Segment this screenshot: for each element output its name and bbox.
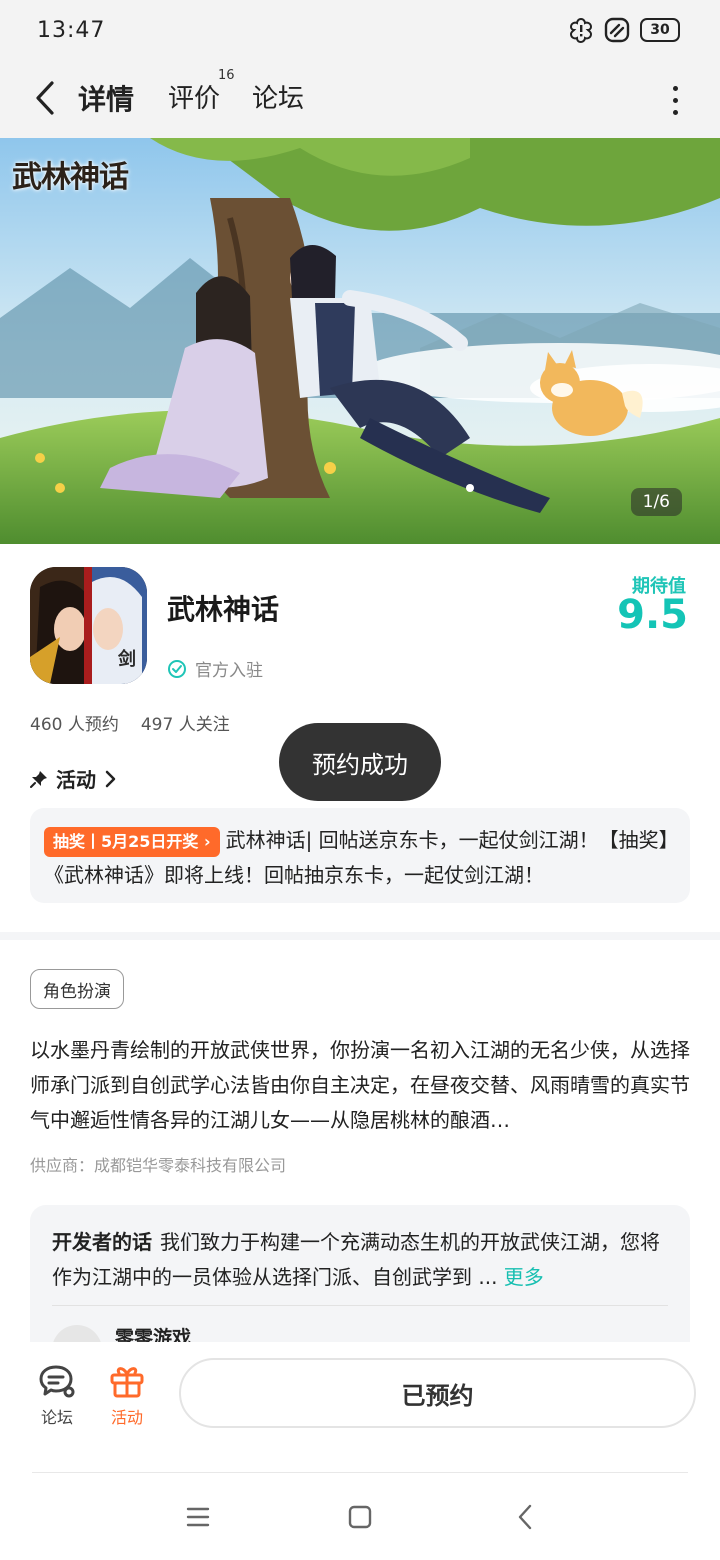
reservation-count: 460 人预约: [30, 715, 119, 735]
app-name: 武林神话: [167, 593, 280, 626]
pin-icon: [30, 770, 47, 788]
banner-illustration: [0, 138, 720, 544]
app-icon: 剑: [30, 567, 147, 684]
system-nav-bar: [0, 1474, 720, 1560]
app-icon-art: 剑: [30, 567, 147, 684]
bottom-action-bar: 论坛 活动 已预约: [0, 1342, 720, 1473]
home-square-icon: [348, 1505, 372, 1529]
gift-icon: [110, 1367, 144, 1398]
alert-flower-icon: [568, 17, 594, 43]
menu-lines-icon: [186, 1507, 210, 1527]
review-count-badge: 16: [218, 68, 235, 83]
tab-reviews-label: 评价: [168, 84, 221, 114]
supplier-text: 供应商：成都铠华零泰科技有限公司: [30, 1156, 287, 1175]
banner-carousel[interactable]: 武林神话 1/6: [0, 138, 720, 544]
bottom-activity-button[interactable]: 活动: [97, 1364, 157, 1428]
tab-details[interactable]: 详情: [76, 78, 137, 118]
lottery-tag[interactable]: 抽奖丨5月25日开奖 ›: [44, 826, 220, 857]
battery-icon: 30: [640, 18, 680, 42]
developer-text-block: 开发者的话 我们致力于构建一个充满动态生机的开放武侠江湖，您将作为江湖中的一员体验…: [52, 1225, 668, 1295]
top-nav: 详情 评价 16 论坛: [0, 62, 720, 138]
developer-more-link[interactable]: 更多: [504, 1265, 544, 1289]
developer-title: 开发者的话: [52, 1230, 152, 1254]
verified-check-icon: [168, 659, 186, 678]
follower-count: 497 人关注: [140, 715, 230, 735]
status-bar: 13:47 30: [0, 0, 720, 62]
tab-forum[interactable]: 论坛: [252, 78, 304, 115]
official-badge: 官方入驻: [167, 656, 263, 681]
tab-forum-label: 论坛: [252, 84, 305, 114]
svg-text:剑: 剑: [117, 648, 136, 670]
banner-game-logo: 武林神话: [12, 160, 129, 195]
game-description[interactable]: 以水墨丹青绘制的开放武侠世界，你扮演一名初入江湖的无名少侠，从选择师承门派到自创…: [30, 1033, 692, 1138]
banner-page-counter: 1/6: [630, 488, 682, 516]
developer-divider: [52, 1305, 668, 1306]
bottom-divider: [32, 1472, 688, 1473]
chevron-right-icon: [105, 770, 116, 787]
forum-chat-icon: [39, 1365, 75, 1398]
expect-score: 9.5: [617, 592, 688, 638]
bottom-forum-label: 论坛: [40, 1408, 73, 1427]
tab-details-label: 详情: [78, 83, 135, 116]
status-icons: 30: [568, 17, 680, 43]
system-back-button[interactable]: [510, 1502, 540, 1532]
recent-apps-button[interactable]: [183, 1502, 213, 1532]
back-arrow-icon: [518, 1504, 532, 1530]
developer-card[interactable]: 开发者的话 我们致力于构建一个充满动态生机的开放武侠江湖，您将作为江湖中的一员体验…: [30, 1205, 690, 1345]
more-dot: [672, 109, 678, 115]
activity-section-header[interactable]: 活动: [30, 764, 118, 793]
reserved-button[interactable]: 已预约: [179, 1358, 696, 1428]
more-dot: [672, 85, 678, 91]
no-disturb-icon: [604, 17, 630, 43]
genre-tag[interactable]: 角色扮演: [30, 969, 124, 1009]
activity-card[interactable]: 抽奖丨5月25日开奖 › 武林神话| 回帖送京东卡，一起仗剑江湖！【抽奖】《武林神…: [30, 808, 690, 903]
more-menu-button[interactable]: [660, 80, 690, 120]
home-button[interactable]: [345, 1502, 375, 1532]
bottom-activity-label: 活动: [110, 1408, 143, 1427]
back-button[interactable]: [28, 78, 62, 118]
chevron-left-icon: [36, 81, 54, 115]
bottom-forum-button[interactable]: 论坛: [27, 1364, 87, 1428]
lottery-tag-label: 抽奖丨5月25日开奖: [53, 831, 199, 851]
tab-reviews[interactable]: 评价 16: [168, 68, 235, 115]
official-label: 官方入驻: [195, 661, 263, 681]
more-dot: [672, 97, 678, 103]
section-divider: [0, 932, 720, 940]
status-time: 13:47: [37, 18, 106, 43]
activity-heading: 活动: [56, 768, 96, 792]
toast-message: 预约成功: [279, 723, 441, 801]
app-stats: 460 人预约 497 人关注: [30, 710, 230, 735]
